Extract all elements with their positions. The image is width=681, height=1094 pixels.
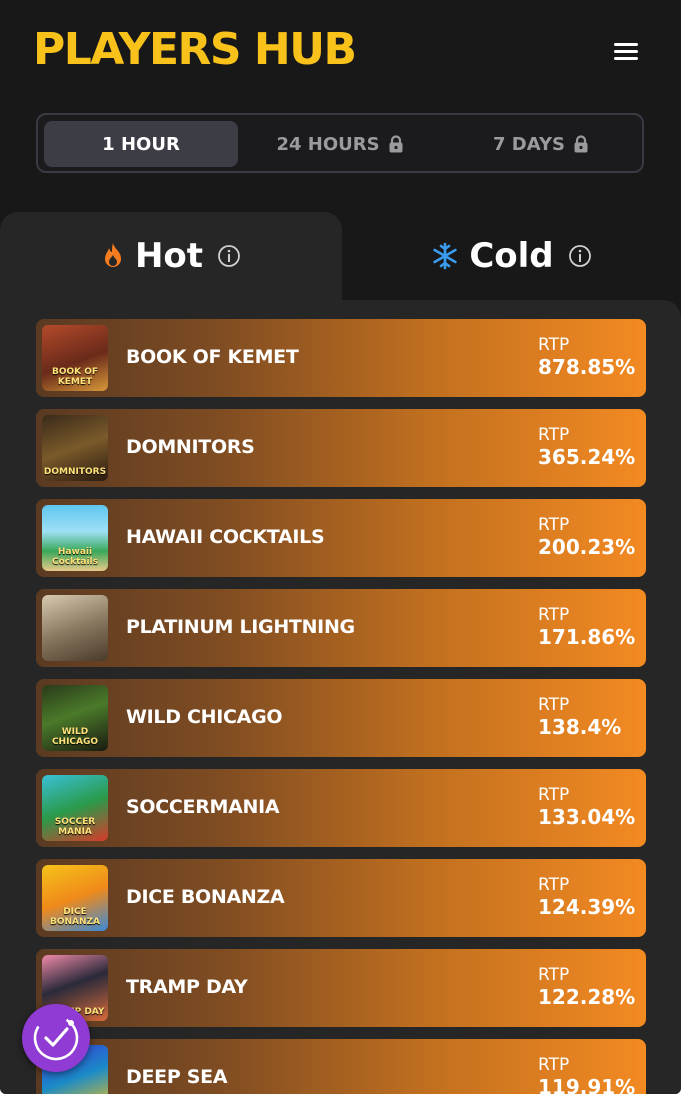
game-name: DOMNITORS (126, 436, 255, 458)
info-icon[interactable] (217, 244, 241, 268)
rtp-label: RTP (538, 335, 570, 355)
hot-cold-tabs: Hot Cold (0, 212, 681, 302)
game-card-soccermania[interactable]: SOCCER MANIA SOCCERMANIA RTP 133.04% (36, 769, 646, 847)
game-thumbnail: SOCCER MANIA (42, 775, 108, 841)
game-card-dice-bonanza[interactable]: DICE BONANZA DICE BONANZA RTP 124.39% (36, 859, 646, 937)
lock-icon (389, 135, 403, 153)
rtp-value: 878.85% (538, 355, 636, 379)
thumbnail-text: Hawaii Cocktails (51, 547, 98, 567)
header: PLAYERS HUB (0, 0, 681, 100)
rtp-label: RTP (538, 605, 570, 625)
tab-cold[interactable]: Cold (342, 212, 681, 300)
page-title: PLAYERS HUB (33, 24, 357, 75)
rtp-value: 119.91% (538, 1075, 636, 1094)
game-name: PLATINUM LIGHTNING (126, 616, 355, 638)
rtp-label: RTP (538, 695, 570, 715)
menu-bar (614, 43, 638, 46)
rtp-label: RTP (538, 965, 570, 985)
game-card-wild-chicago[interactable]: WILD CHICAGO WILD CHICAGO RTP 138.4% (36, 679, 646, 757)
rtp-value: 138.4% (538, 715, 622, 739)
thumbnail-text: SOCCER MANIA (54, 817, 96, 837)
tab-7-days[interactable]: 7 DAYS (444, 121, 638, 167)
thumbnail-text: BOOK OF KEMET (51, 367, 99, 387)
game-card-domnitors[interactable]: DOMNITORS DOMNITORS RTP 365.24% (36, 409, 646, 487)
game-name: WILD CHICAGO (126, 706, 283, 728)
rtp-label: RTP (538, 1055, 570, 1075)
game-card-deep-sea[interactable]: DEEP SEA RTP 119.91% (36, 1039, 646, 1094)
game-thumbnail (42, 595, 108, 661)
game-name: TRAMP DAY (126, 976, 248, 998)
game-name: SOCCERMANIA (126, 796, 280, 818)
game-card-hawaii-cocktails[interactable]: Hawaii Cocktails HAWAII COCKTAILS RTP 20… (36, 499, 646, 577)
accessibility-widget-button[interactable] (22, 1004, 90, 1072)
hamburger-menu-icon[interactable] (612, 40, 640, 62)
menu-bar (614, 50, 638, 53)
rtp-label: RTP (538, 425, 570, 445)
tab-label: 7 DAYS (493, 133, 565, 155)
info-icon[interactable] (568, 244, 592, 268)
rtp-value: 122.28% (538, 985, 636, 1009)
period-tabs: 1 HOUR 24 HOURS 7 DAYS (36, 113, 644, 173)
rtp-label: RTP (538, 515, 570, 535)
rtp-label: RTP (538, 785, 570, 805)
tab-1-hour[interactable]: 1 HOUR (44, 121, 238, 167)
thumbnail-text: DICE BONANZA (49, 907, 101, 927)
game-name: DICE BONANZA (126, 886, 285, 908)
game-name: BOOK OF KEMET (126, 346, 299, 368)
rtp-label: RTP (538, 875, 570, 895)
accessibility-icon (33, 1015, 79, 1061)
rtp-value: 365.24% (538, 445, 636, 469)
game-card-book-of-kemet[interactable]: BOOK OF KEMET BOOK OF KEMET RTP 878.85% (36, 319, 646, 397)
game-thumbnail: DICE BONANZA (42, 865, 108, 931)
app-window: PLAYERS HUB 1 HOUR 24 HOURS 7 DAYS Hot C… (0, 0, 681, 1094)
rtp-value: 200.23% (538, 535, 636, 559)
tab-label: 24 HOURS (276, 133, 380, 155)
thumbnail-text: DOMNITORS (43, 467, 107, 477)
game-name: DEEP SEA (126, 1066, 228, 1088)
tab-hot[interactable]: Hot (0, 212, 342, 300)
games-panel: BOOK OF KEMET BOOK OF KEMET RTP 878.85% … (0, 300, 681, 1094)
game-thumbnail: BOOK OF KEMET (42, 325, 108, 391)
game-card-platinum-lightning[interactable]: PLATINUM LIGHTNING RTP 171.86% (36, 589, 646, 667)
tab-hot-label: Hot (134, 236, 204, 276)
game-name: HAWAII COCKTAILS (126, 526, 325, 548)
tab-cold-label: Cold (469, 236, 554, 276)
rtp-value: 124.39% (538, 895, 636, 919)
tab-label: 1 HOUR (102, 133, 180, 155)
snowflake-icon (433, 242, 458, 270)
flame-icon (104, 243, 121, 267)
game-thumbnail: Hawaii Cocktails (42, 505, 108, 571)
game-thumbnail: WILD CHICAGO (42, 685, 108, 751)
thumbnail-text: WILD CHICAGO (51, 727, 99, 747)
game-thumbnail: DOMNITORS (42, 415, 108, 481)
menu-bar (614, 57, 638, 60)
rtp-value: 171.86% (538, 625, 636, 649)
tab-24-hours[interactable]: 24 HOURS (243, 121, 437, 167)
lock-icon (574, 135, 588, 153)
rtp-value: 133.04% (538, 805, 636, 829)
game-card-tramp-day[interactable]: TRAMP DAY TRAMP DAY RTP 122.28% (36, 949, 646, 1027)
